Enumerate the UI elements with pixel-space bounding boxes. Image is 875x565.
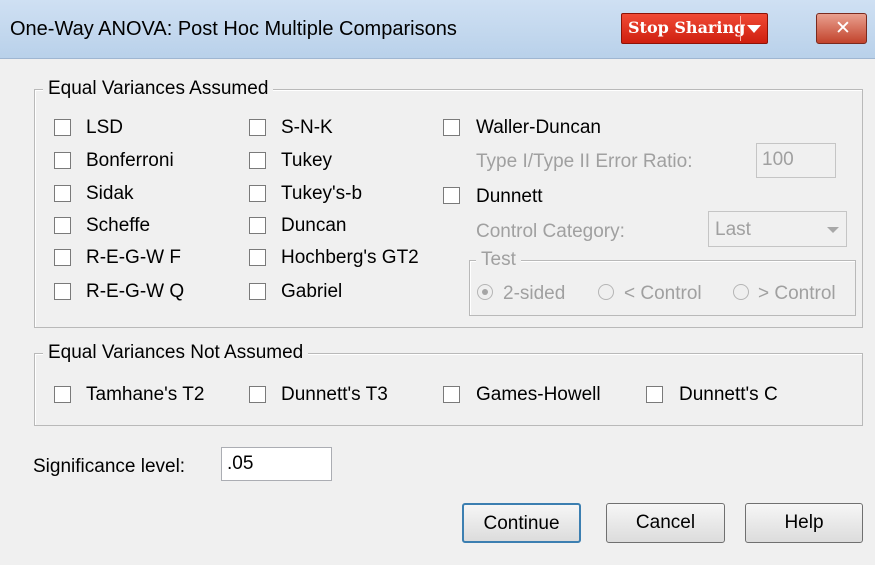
label-hochberg: Hochberg's GT2 — [281, 247, 419, 268]
error-ratio-value: 100 — [762, 149, 794, 170]
group-title: Equal Variances Not Assumed — [43, 342, 309, 364]
close-icon: ✕ — [835, 18, 851, 39]
error-ratio-label: Type I/Type II Error Ratio: — [476, 151, 693, 172]
label-games-howell: Games-Howell — [476, 384, 601, 405]
stop-sharing-divider — [740, 16, 741, 41]
radio-2-sided[interactable] — [477, 284, 493, 300]
label-gabriel: Gabriel — [281, 281, 343, 302]
cancel-button[interactable]: Cancel — [606, 503, 725, 543]
checkbox-bonferroni[interactable] — [54, 152, 71, 169]
label-sidak: Sidak — [86, 183, 134, 204]
label-2-sided: 2-sided — [503, 283, 566, 304]
checkbox-dunnett-t3[interactable] — [249, 386, 266, 403]
significance-value: .05 — [227, 453, 254, 474]
label-waller-duncan: Waller-Duncan — [476, 117, 601, 138]
radio-less-control[interactable] — [598, 284, 614, 300]
chevron-down-icon — [827, 227, 839, 233]
checkbox-tukey[interactable] — [249, 152, 266, 169]
checkbox-waller-duncan[interactable] — [443, 119, 460, 136]
stop-sharing-button[interactable]: Stop Sharing — [621, 13, 768, 44]
chevron-down-icon[interactable] — [747, 25, 761, 33]
checkbox-lsd[interactable] — [54, 119, 71, 136]
label-lsd: LSD — [86, 117, 123, 138]
checkbox-hochberg[interactable] — [249, 249, 266, 266]
label-snk: S-N-K — [281, 117, 333, 138]
label-less-control: < Control — [624, 283, 702, 304]
label-scheffe: Scheffe — [86, 215, 151, 236]
group-title: Equal Variances Assumed — [43, 78, 274, 100]
checkbox-regwf[interactable] — [54, 249, 71, 266]
control-category-value: Last — [715, 219, 751, 240]
checkbox-scheffe[interactable] — [54, 217, 71, 234]
checkbox-duncan[interactable] — [249, 217, 266, 234]
label-duncan: Duncan — [281, 215, 347, 236]
help-button[interactable]: Help — [745, 503, 863, 543]
significance-label: Significance level: — [33, 456, 186, 477]
label-bonferroni: Bonferroni — [86, 150, 174, 171]
window-title: One-Way ANOVA: Post Hoc Multiple Compari… — [10, 18, 457, 40]
radio-greater-control[interactable] — [733, 284, 749, 300]
control-category-label: Control Category: — [476, 221, 625, 242]
control-category-select[interactable]: Last — [708, 211, 847, 247]
test-group-title: Test — [476, 249, 521, 271]
checkbox-snk[interactable] — [249, 119, 266, 136]
cancel-label: Cancel — [635, 512, 696, 533]
checkbox-sidak[interactable] — [54, 185, 71, 202]
label-tamhane: Tamhane's T2 — [86, 384, 205, 405]
label-dunnett: Dunnett — [476, 186, 543, 207]
label-tukey: Tukey — [281, 150, 333, 171]
checkbox-dunnett-c[interactable] — [646, 386, 663, 403]
error-ratio-field[interactable]: 100 — [756, 143, 836, 178]
continue-button[interactable]: Continue — [462, 503, 581, 543]
significance-field[interactable]: .05 — [221, 447, 332, 481]
label-regwq: R-E-G-W Q — [86, 281, 185, 302]
label-dunnett-t3: Dunnett's T3 — [281, 384, 388, 405]
checkbox-games-howell[interactable] — [443, 386, 460, 403]
stop-sharing-label: Stop Sharing — [628, 18, 746, 37]
checkbox-tamhane[interactable] — [54, 386, 71, 403]
label-regwf: R-E-G-W F — [86, 247, 181, 268]
label-dunnett-c: Dunnett's C — [679, 384, 778, 405]
checkbox-gabriel[interactable] — [249, 283, 266, 300]
label-tukeys-b: Tukey's-b — [281, 183, 363, 204]
title-bar: One-Way ANOVA: Post Hoc Multiple Compari… — [0, 0, 875, 59]
checkbox-tukeys-b[interactable] — [249, 185, 266, 202]
label-greater-control: > Control — [758, 283, 836, 304]
checkbox-regwq[interactable] — [54, 283, 71, 300]
help-label: Help — [784, 512, 824, 533]
close-button[interactable]: ✕ — [816, 13, 867, 44]
continue-label: Continue — [483, 513, 560, 534]
checkbox-dunnett[interactable] — [443, 187, 460, 204]
